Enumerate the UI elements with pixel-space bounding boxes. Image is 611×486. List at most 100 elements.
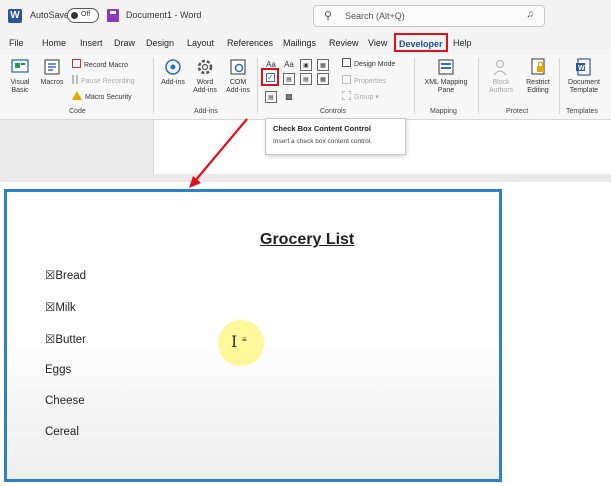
list-item[interactable]: ☒Bread xyxy=(45,268,86,282)
picture-control-icon[interactable]: ▣ xyxy=(300,59,312,71)
pause-icon xyxy=(72,75,78,84)
restrict-editing-button[interactable]: Restrict Editing xyxy=(520,57,556,95)
ribbon-developer: Visual Basic Macros Record Macro Pause R… xyxy=(0,54,611,120)
autosave-toggle[interactable]: Off xyxy=(67,8,99,23)
list-item-text: Eggs xyxy=(45,364,72,376)
tab-layout[interactable]: Layout xyxy=(187,38,214,48)
word-add-ins-label: Word Add-ins xyxy=(193,79,217,94)
lock-icon xyxy=(531,58,545,75)
tooltip-description: Insert a check box content control. xyxy=(273,138,372,145)
xml-mapping-icon xyxy=(438,59,454,75)
date-picker-control-icon[interactable]: ▦ xyxy=(317,73,329,85)
checkbox-icon[interactable]: ☒ xyxy=(45,334,55,346)
tab-home[interactable]: Home xyxy=(42,38,66,48)
tab-design[interactable]: Design xyxy=(146,38,174,48)
document-title: Document1 - Word xyxy=(126,10,202,20)
xml-mapping-pane-button[interactable]: XML Mapping Pane xyxy=(418,57,474,95)
document-heading: Grocery List xyxy=(260,231,355,248)
checkbox-icon[interactable]: ☒ xyxy=(45,270,55,282)
group-label-mapping: Mapping xyxy=(430,108,457,115)
pause-recording-button[interactable]: Pause Recording xyxy=(72,75,135,85)
warning-icon xyxy=(72,91,82,100)
record-macro-label: Record Macro xyxy=(84,62,128,69)
record-macro-icon xyxy=(72,59,81,68)
properties-button[interactable]: Properties xyxy=(342,75,386,85)
design-mode-button[interactable]: Design Mode xyxy=(342,58,395,68)
microphone-icon[interactable]: ♫ xyxy=(527,9,535,20)
toggle-knob-icon xyxy=(71,12,78,19)
legacy-tools-icon[interactable]: ▤ xyxy=(265,91,277,103)
word-logo-icon: W xyxy=(8,9,22,23)
word-add-ins-button[interactable]: Word Add-ins xyxy=(189,57,221,95)
group-icon xyxy=(342,91,351,100)
group-label-add-ins: Add-ins xyxy=(194,108,218,115)
document-template-button[interactable]: W Document Template xyxy=(562,57,606,95)
list-item[interactable]: Eggs xyxy=(45,364,71,376)
drop-down-control-icon[interactable]: ▤ xyxy=(300,73,312,85)
list-item-text: Milk xyxy=(55,302,76,314)
tab-references[interactable]: References xyxy=(227,38,273,48)
check-box-content-control-button[interactable]: ✓ xyxy=(261,68,279,86)
list-item[interactable]: Cheese xyxy=(45,395,85,407)
plain-text-control-icon[interactable]: Aa xyxy=(283,59,295,71)
com-add-ins-button[interactable]: COM Add-ins xyxy=(222,57,254,95)
group-divider xyxy=(478,58,479,114)
group-label-code: Code xyxy=(69,108,86,115)
repeating-section-control-icon[interactable]: ▩ xyxy=(283,91,295,103)
document-template-icon: W xyxy=(576,58,591,76)
list-item[interactable]: ☒Milk xyxy=(45,300,76,314)
title-bar: W AutoSave Off Document1 - Word ⚲ Search… xyxy=(0,0,611,32)
com-add-ins-label: COM Add-ins xyxy=(226,79,250,94)
block-authors-icon xyxy=(493,59,507,76)
checkbox-icon[interactable]: ☒ xyxy=(45,302,55,314)
add-ins-button[interactable]: Add-ins xyxy=(158,57,188,87)
tab-draw[interactable]: Draw xyxy=(114,38,135,48)
list-item[interactable]: ☒Butter xyxy=(45,332,86,346)
tab-review[interactable]: Review xyxy=(329,38,359,48)
record-macro-button[interactable]: Record Macro xyxy=(72,59,128,69)
svg-text:W: W xyxy=(578,65,585,72)
visual-basic-button[interactable]: Visual Basic xyxy=(6,57,34,95)
block-authors-button[interactable]: Block Authors xyxy=(482,57,520,95)
group-divider xyxy=(559,58,560,114)
macro-security-button[interactable]: Macro Security xyxy=(72,91,132,101)
visual-basic-label: Visual Basic xyxy=(10,79,30,94)
search-input[interactable]: ⚲ Search (Alt+Q) ♫ xyxy=(313,5,545,27)
list-item[interactable]: Cereal xyxy=(45,426,79,438)
group-button[interactable]: Group ▾ xyxy=(342,91,379,101)
pause-recording-label: Pause Recording xyxy=(81,78,135,85)
add-ins-icon xyxy=(165,59,181,75)
combo-box-control-icon[interactable]: ▤ xyxy=(283,73,295,85)
save-icon[interactable] xyxy=(107,9,119,22)
text-cursor-icon: I xyxy=(231,332,238,351)
properties-icon xyxy=(342,75,351,84)
restrict-editing-label: Restrict Editing xyxy=(526,79,550,94)
cursor-highlight xyxy=(218,320,264,366)
tab-developer[interactable]: Developer xyxy=(394,33,448,52)
building-block-control-icon[interactable]: ▦ xyxy=(317,59,329,71)
tab-mailings[interactable]: Mailings xyxy=(283,38,316,48)
macros-icon xyxy=(44,59,60,75)
autosave-label: AutoSave xyxy=(30,10,70,20)
tooltip: Check Box Content Control Insert a check… xyxy=(265,118,406,155)
group-divider xyxy=(257,58,258,114)
macros-button[interactable]: Macros xyxy=(38,57,66,87)
group-divider xyxy=(414,58,415,114)
tab-insert[interactable]: Insert xyxy=(80,38,103,48)
ribbon-tabs: File Home Insert Draw Design Layout Refe… xyxy=(0,32,611,54)
chevron-down-icon: ▾ xyxy=(373,94,379,101)
com-add-ins-icon xyxy=(230,59,246,75)
tab-help[interactable]: Help xyxy=(453,38,472,48)
tab-view[interactable]: View xyxy=(368,38,387,48)
design-mode-label: Design Mode xyxy=(354,61,396,68)
search-icon: ⚲ xyxy=(324,10,333,22)
gear-icon xyxy=(197,59,213,75)
tab-file[interactable]: File xyxy=(9,38,24,48)
document-template-label: Document Template xyxy=(568,79,600,94)
list-item-text: Bread xyxy=(55,270,86,282)
group-label: Group xyxy=(354,94,374,101)
group-label-controls: Controls xyxy=(320,108,347,115)
group-label-templates: Templates xyxy=(566,108,598,115)
list-item-text: Butter xyxy=(55,334,86,346)
macro-security-label: Macro Security xyxy=(85,94,132,101)
